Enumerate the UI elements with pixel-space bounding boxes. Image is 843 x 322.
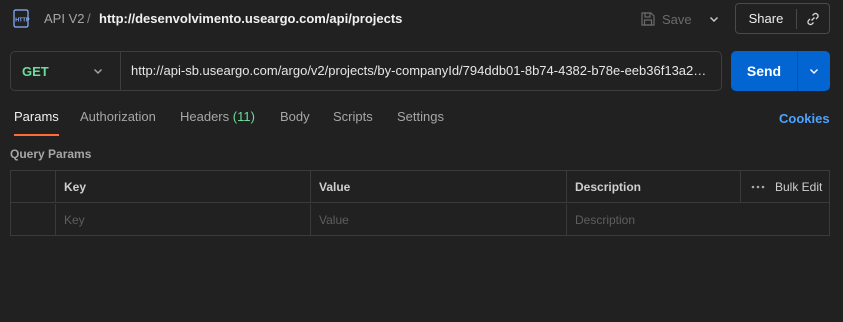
- query-params-title: Query Params: [10, 147, 92, 161]
- bulk-edit-button[interactable]: Bulk Edit: [741, 171, 829, 203]
- request-tabs: Params Authorization Headers (11) Body S…: [0, 104, 843, 136]
- column-header-value: Value: [311, 171, 567, 203]
- table-row: Key Value Description: [11, 204, 829, 236]
- tab-scripts[interactable]: Scripts: [333, 109, 373, 136]
- tab-headers-label: Headers: [180, 109, 230, 124]
- share-group: Share: [735, 3, 830, 34]
- save-icon: [641, 12, 655, 26]
- method-select[interactable]: GET: [11, 52, 121, 90]
- chevron-down-icon: [710, 17, 718, 22]
- link-icon: [807, 12, 819, 25]
- bulk-edit-label: Bulk Edit: [775, 180, 823, 194]
- param-key-input[interactable]: Key: [56, 204, 311, 236]
- method-label: GET: [22, 63, 49, 79]
- send-options-button[interactable]: [798, 51, 830, 91]
- url-input[interactable]: http://api-sb.useargo.com/argo/v2/projec…: [121, 52, 721, 90]
- tab-headers-count: (11): [232, 109, 255, 124]
- copy-link-button[interactable]: [797, 4, 829, 33]
- request-header: HTTP API V2 / http://desenvolvimento.use…: [0, 0, 843, 38]
- tab-authorization[interactable]: Authorization: [80, 109, 156, 136]
- tab-settings[interactable]: Settings: [397, 109, 444, 136]
- svg-text:HTTP: HTTP: [15, 18, 30, 24]
- tab-body[interactable]: Body: [280, 109, 310, 136]
- column-header-description: Description: [567, 171, 741, 203]
- breadcrumb-collection[interactable]: API V2: [44, 11, 84, 26]
- chevron-down-icon: [810, 69, 818, 74]
- row-checkbox-cell: [11, 204, 56, 236]
- column-header-key: Key: [56, 171, 311, 203]
- http-file-icon: HTTP: [13, 9, 30, 28]
- table-header-row: Key Value Description Bulk Edit: [11, 171, 829, 203]
- send-group: Send: [731, 51, 830, 91]
- share-button[interactable]: Share: [736, 11, 796, 26]
- more-dots-icon: [751, 185, 765, 189]
- save-options-button[interactable]: [704, 6, 724, 32]
- save-label: Save: [662, 11, 692, 27]
- save-button[interactable]: Save: [640, 6, 704, 32]
- send-button[interactable]: Send: [731, 63, 797, 79]
- query-params-table: Key Value Description Bulk Edit Key Valu…: [10, 170, 830, 236]
- param-description-input[interactable]: Description: [567, 204, 829, 236]
- request-bar: GET http://api-sb.useargo.com/argo/v2/pr…: [10, 51, 722, 91]
- tab-params[interactable]: Params: [14, 109, 59, 136]
- checkbox-column-header: [11, 171, 56, 203]
- param-value-input[interactable]: Value: [311, 204, 567, 236]
- tab-headers[interactable]: Headers (11): [180, 109, 255, 136]
- breadcrumb-separator: /: [87, 11, 91, 26]
- request-title[interactable]: http://desenvolvimento.useargo.com/api/p…: [99, 11, 402, 26]
- cookies-link[interactable]: Cookies: [779, 111, 830, 126]
- chevron-down-icon: [94, 69, 102, 74]
